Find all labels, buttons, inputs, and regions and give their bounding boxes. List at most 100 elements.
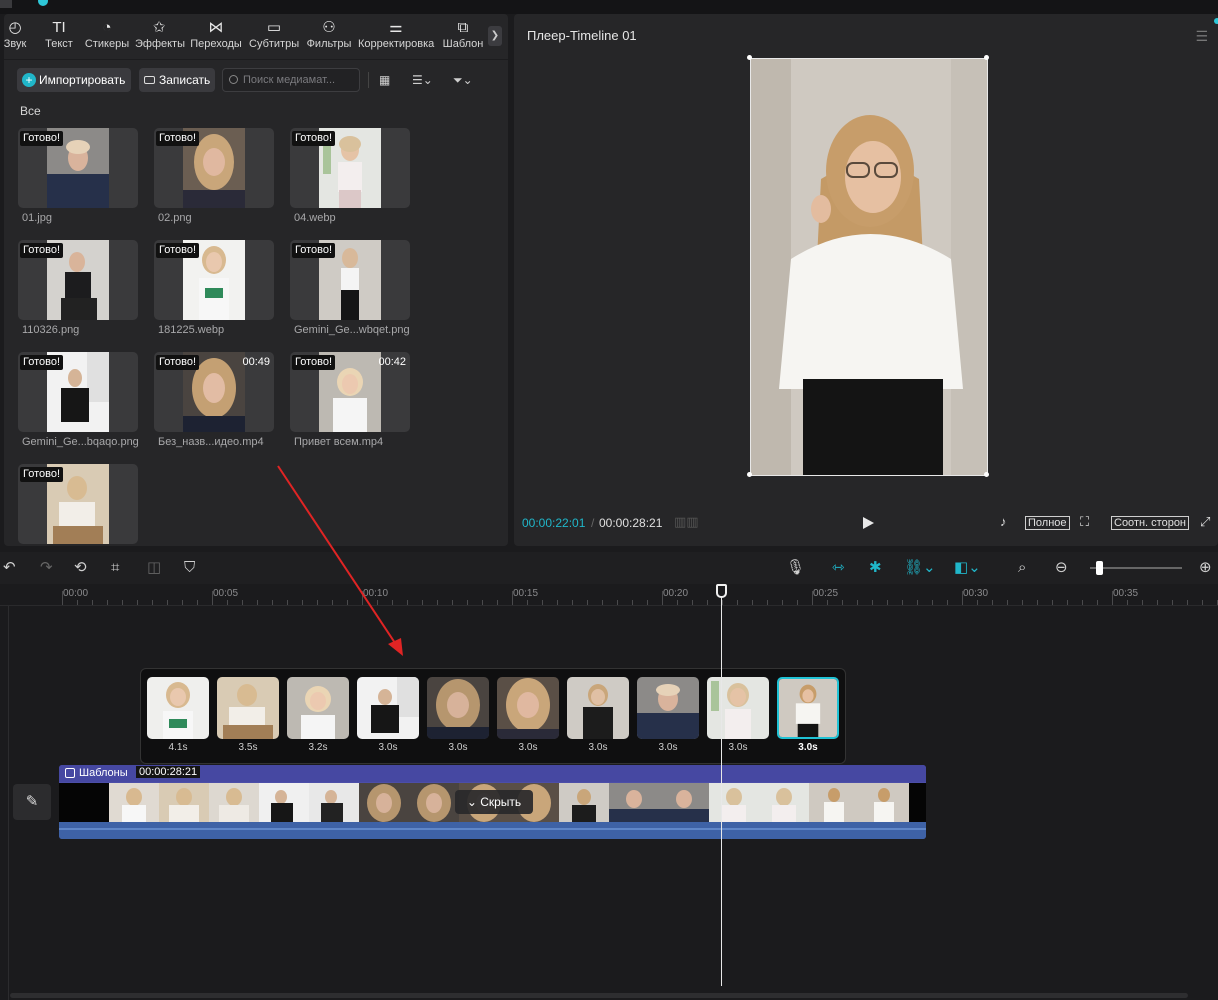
snap-icon[interactable]: ✱	[869, 558, 882, 578]
ruler-tick	[752, 600, 753, 605]
split-icon[interactable]: ◫	[147, 558, 161, 578]
record-button[interactable]: Записать	[139, 68, 215, 92]
media-card[interactable]: Готово!	[154, 240, 274, 320]
preview-zoom-icon[interactable]: ⌕	[1018, 558, 1026, 578]
plus-icon: +	[22, 73, 36, 87]
timeline-toolbar: ↶ ↷ ⟲ ⌗ ◫ ⛉ 🎙︎ ⇿ ✱ ⛓⌄ ◧⌄ ⌕ ⊖ ⊕	[0, 552, 1218, 584]
template-thumbnail[interactable]	[217, 677, 279, 739]
grid-view-icon[interactable]: ▦	[379, 70, 390, 90]
time-ruler[interactable]: 00:00 00:05 00:10 00:15 00:20 00:25 00:3…	[0, 584, 1218, 606]
zoom-slider-knob[interactable]	[1096, 561, 1103, 575]
loop-icon[interactable]: ⟲	[74, 558, 87, 578]
horizontal-scrollbar[interactable]	[10, 993, 1188, 998]
ruler-tick	[242, 600, 243, 605]
template-duration: 3.0s	[798, 742, 818, 753]
media-filename: Привет всем.mp4	[294, 436, 384, 448]
preview-canvas[interactable]	[750, 58, 988, 476]
ruler-tick	[392, 600, 393, 605]
template-thumbnail[interactable]	[567, 677, 629, 739]
fullscreen-icon[interactable]: ⤢	[1200, 514, 1210, 530]
zoom-out-icon[interactable]: ⊖	[1055, 558, 1068, 578]
tab-transitions[interactable]: ⋈ Переходы	[190, 18, 242, 58]
tab-filters[interactable]: ⚇ Фильтры	[305, 18, 353, 58]
tab-stickers[interactable]: ◔ Стикеры	[84, 18, 130, 58]
chain-icon[interactable]: ⛓⌄	[904, 558, 936, 578]
ruler-tick	[1097, 600, 1098, 605]
ruler-tick	[452, 600, 453, 605]
ruler-label: 00:05	[213, 588, 239, 599]
ruler-tick	[1187, 600, 1188, 605]
aspect-ratio-button[interactable]: Соотн. сторон	[1111, 516, 1190, 530]
template-thumbnail[interactable]	[357, 677, 419, 739]
marker-icon[interactable]: ⛉	[184, 558, 195, 578]
media-card[interactable]: Готово!	[18, 464, 138, 544]
zoom-in-icon[interactable]: ⊕	[1199, 558, 1212, 578]
resize-handle[interactable]	[984, 55, 989, 60]
zoom-slider[interactable]	[1090, 567, 1182, 569]
audio-waveform	[59, 822, 926, 839]
media-card[interactable]: Готово!	[18, 240, 138, 320]
template-thumbnail[interactable]	[287, 677, 349, 739]
waveform-icon[interactable]: ▥▥	[674, 514, 699, 530]
template-thumbnail[interactable]	[427, 677, 489, 739]
playhead[interactable]	[721, 598, 722, 986]
media-card[interactable]: Готово! 00:49	[154, 352, 274, 432]
import-button[interactable]: + Импортировать	[17, 68, 131, 92]
ruler-tick	[602, 600, 603, 605]
waveform-line	[59, 828, 926, 830]
clip-header: Шаблоны 00:00:28:21	[59, 765, 926, 782]
ruler-tick	[917, 600, 918, 605]
full-quality-button[interactable]: Полное	[1025, 516, 1070, 530]
zoom-fit-icon[interactable]: ⛶	[1080, 514, 1089, 530]
tab-templates[interactable]: ⧉ Шаблон	[441, 18, 485, 58]
ruler-tick	[107, 600, 108, 605]
media-card[interactable]: Готово!	[290, 128, 410, 208]
playhead-handle[interactable]	[716, 584, 727, 598]
tab-audio[interactable]: ◴ Звук	[4, 18, 32, 58]
tab-effects[interactable]: ✩ Эффекты	[135, 18, 185, 58]
tiktok-icon[interactable]: ♪	[1000, 514, 1007, 529]
media-card[interactable]: Готово!	[18, 352, 138, 432]
undo-icon[interactable]: ↶	[3, 558, 16, 578]
resize-handle[interactable]	[747, 472, 752, 477]
sort-icon[interactable]: ☰⌄	[412, 70, 433, 90]
redo-icon[interactable]: ↷	[40, 558, 53, 578]
media-card[interactable]: Готово!	[290, 240, 410, 320]
link-clips-icon[interactable]: ⇿	[832, 558, 845, 578]
ruler-tick	[377, 600, 378, 605]
menu-icon[interactable]: ☰	[1195, 28, 1208, 45]
edit-track-button[interactable]: ✎	[13, 784, 51, 820]
hide-button[interactable]: ⌄ Скрыть	[455, 790, 533, 814]
template-thumbnail[interactable]	[147, 677, 209, 739]
app-menu-icon[interactable]	[0, 0, 12, 8]
split-preview-icon[interactable]: ◧⌄	[954, 558, 981, 578]
search-input[interactable]: Поиск медиамат...	[222, 68, 360, 92]
microphone-icon[interactable]: 🎙︎	[786, 558, 805, 578]
audio-icon: ◴	[8, 19, 22, 36]
template-thumbnail[interactable]	[707, 677, 769, 739]
tab-text[interactable]: TI Текст	[42, 18, 76, 58]
ruler-tick	[1202, 600, 1203, 605]
template-thumbnail-selected[interactable]	[777, 677, 839, 739]
ruler-tick	[572, 600, 573, 605]
media-card[interactable]: Готово!	[154, 128, 274, 208]
play-button[interactable]	[863, 517, 874, 529]
resize-handle[interactable]	[984, 472, 989, 477]
media-card[interactable]: Готово!	[18, 128, 138, 208]
filter-icon[interactable]: ⏷⌄	[453, 70, 473, 90]
resize-handle[interactable]	[747, 55, 752, 60]
template-thumbnail[interactable]	[637, 677, 699, 739]
tab-adjust[interactable]: ⚌ Корректировка	[358, 18, 434, 58]
ruler-tick	[1022, 600, 1023, 605]
ruler-label: 00:20	[663, 588, 689, 599]
ruler-tick	[1112, 591, 1113, 605]
adjust-icon: ⚌	[389, 19, 403, 36]
ruler-tick	[212, 591, 213, 605]
media-card[interactable]: Готово! 00:42	[290, 352, 410, 432]
crop-icon[interactable]: ⌗	[111, 558, 119, 578]
template-icon	[65, 768, 75, 778]
tab-subtitles[interactable]: ▭ Субтитры	[249, 18, 299, 58]
chevron-right-icon[interactable]: ❯	[488, 26, 502, 46]
template-thumbnail[interactable]	[497, 677, 559, 739]
ruler-tick	[272, 600, 273, 605]
